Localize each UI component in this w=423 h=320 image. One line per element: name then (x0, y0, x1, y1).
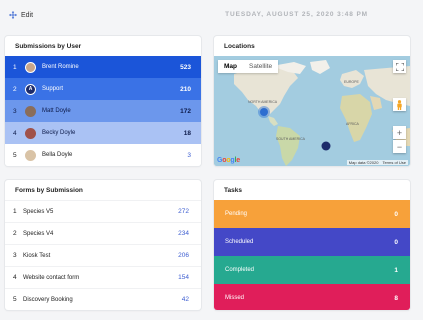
submission-row[interactable]: 2 A Support 210 (5, 78, 201, 100)
north-america-label: NORTH AMERICA (248, 100, 278, 104)
locations-card: Locations NORTH AMERICA SOUTH AMERICA AF… (214, 36, 410, 166)
row-number: 1 (13, 208, 17, 215)
row-number: 3 (13, 107, 17, 115)
submission-count: 172 (180, 107, 191, 115)
terms-link[interactable]: Terms of Use (382, 160, 406, 165)
date-time: TUESDAY, AUGUST 25, 2020 3:48 PM (225, 11, 368, 18)
submission-count: 42 (181, 296, 189, 303)
fullscreen-icon (395, 62, 404, 71)
avatar (25, 61, 36, 73)
row-number: 4 (13, 129, 17, 137)
user-name: Support (42, 86, 64, 92)
row-number: 1 (13, 63, 17, 71)
submission-row[interactable]: 1 Brent Romine 523 (5, 56, 201, 78)
submission-row[interactable]: 3 Matt Doyle 172 (5, 100, 201, 122)
zoom-out-button[interactable]: − (393, 140, 406, 153)
map-attribution: Map data ©2020 Terms of Use (346, 160, 408, 165)
submission-count: 206 (178, 252, 189, 259)
submission-count: 234 (178, 230, 189, 237)
card-title: Submissions by User (15, 43, 82, 50)
google-logo: Google (217, 157, 240, 164)
europe-label: EUROPE (344, 80, 359, 84)
task-count: 8 (394, 294, 398, 302)
task-status: Missed (225, 295, 245, 301)
move-icon (9, 11, 17, 19)
form-name: Kiosk Test (23, 252, 51, 259)
world-map[interactable]: NORTH AMERICA SOUTH AMERICA AFRICA EUROP… (214, 56, 410, 166)
africa-label: AFRICA (346, 122, 359, 126)
user-name: Matt Doyle (42, 108, 71, 114)
submission-row[interactable]: 5 Bella Doyle 3 (5, 144, 201, 166)
zoom-in-button[interactable]: + (393, 126, 406, 139)
tasks-card: Tasks Pending 0 Scheduled 0 Completed 1 … (214, 180, 410, 310)
task-count: 0 (394, 210, 398, 218)
submission-count: 272 (178, 208, 189, 215)
avatar: A (25, 83, 36, 95)
avatar (25, 127, 36, 139)
row-number: 3 (13, 252, 17, 259)
avatar (25, 105, 36, 117)
submissions-by-user-card: Submissions by User 1 Brent Romine 523 2… (5, 36, 201, 166)
form-row[interactable]: 1 Species V5 272 (5, 200, 201, 222)
task-count: 0 (394, 238, 398, 246)
submission-count: 154 (178, 274, 189, 281)
form-name: Discovery Booking (23, 296, 73, 303)
fullscreen-button[interactable] (393, 60, 406, 73)
user-name: Becky Doyle (42, 130, 76, 136)
card-title: Tasks (224, 187, 242, 194)
form-row[interactable]: 2 Species V4 234 (5, 222, 201, 244)
task-status: Pending (225, 211, 248, 217)
form-row[interactable]: 4 Website contact form 154 (5, 266, 201, 288)
task-status: Scheduled (225, 239, 254, 245)
form-name: Species V5 (23, 208, 54, 215)
form-name: Website contact form (23, 274, 80, 281)
avatar (25, 149, 36, 161)
task-count: 1 (394, 266, 398, 274)
card-title: Locations (224, 43, 255, 50)
card-title: Forms by Submission (15, 187, 83, 194)
submission-count: 3 (187, 151, 191, 159)
south-america-label: SOUTH AMERICA (276, 137, 305, 141)
submission-row[interactable]: 4 Becky Doyle 18 (5, 122, 201, 144)
edit-label: Edit (21, 11, 34, 19)
submission-count: 18 (183, 129, 191, 137)
task-row-pending[interactable]: Pending 0 (214, 200, 410, 228)
submission-count: 210 (180, 85, 191, 93)
tab-map[interactable]: Map (218, 60, 243, 73)
user-name: Brent Romine (42, 64, 79, 70)
user-name: Bella Doyle (42, 152, 73, 158)
row-number: 5 (13, 296, 17, 303)
street-view-button[interactable] (393, 98, 406, 111)
tab-satellite[interactable]: Satellite (243, 60, 278, 73)
task-row-missed[interactable]: Missed 8 (214, 284, 410, 310)
task-row-scheduled[interactable]: Scheduled 0 (214, 228, 410, 256)
task-status: Completed (225, 267, 255, 273)
form-row[interactable]: 5 Discovery Booking 42 (5, 288, 201, 310)
row-number: 2 (13, 85, 17, 93)
task-row-completed[interactable]: Completed 1 (214, 256, 410, 284)
map-data-label: Map data ©2020 (348, 160, 379, 165)
map-type-tabs: Map Satellite (218, 60, 279, 73)
top-bar: Edit TUESDAY, AUGUST 25, 2020 3:48 PM (0, 0, 423, 30)
row-number: 4 (13, 274, 17, 281)
form-row[interactable]: 3 Kiosk Test 206 (5, 244, 201, 266)
row-number: 2 (13, 230, 17, 237)
submission-count: 523 (180, 63, 191, 71)
pegman-icon (397, 99, 402, 110)
edit-button[interactable]: Edit (9, 11, 33, 19)
row-number: 5 (13, 151, 17, 159)
form-name: Species V4 (23, 230, 54, 237)
forms-by-submission-card: Forms by Submission 1 Species V5 272 2 S… (5, 180, 201, 310)
